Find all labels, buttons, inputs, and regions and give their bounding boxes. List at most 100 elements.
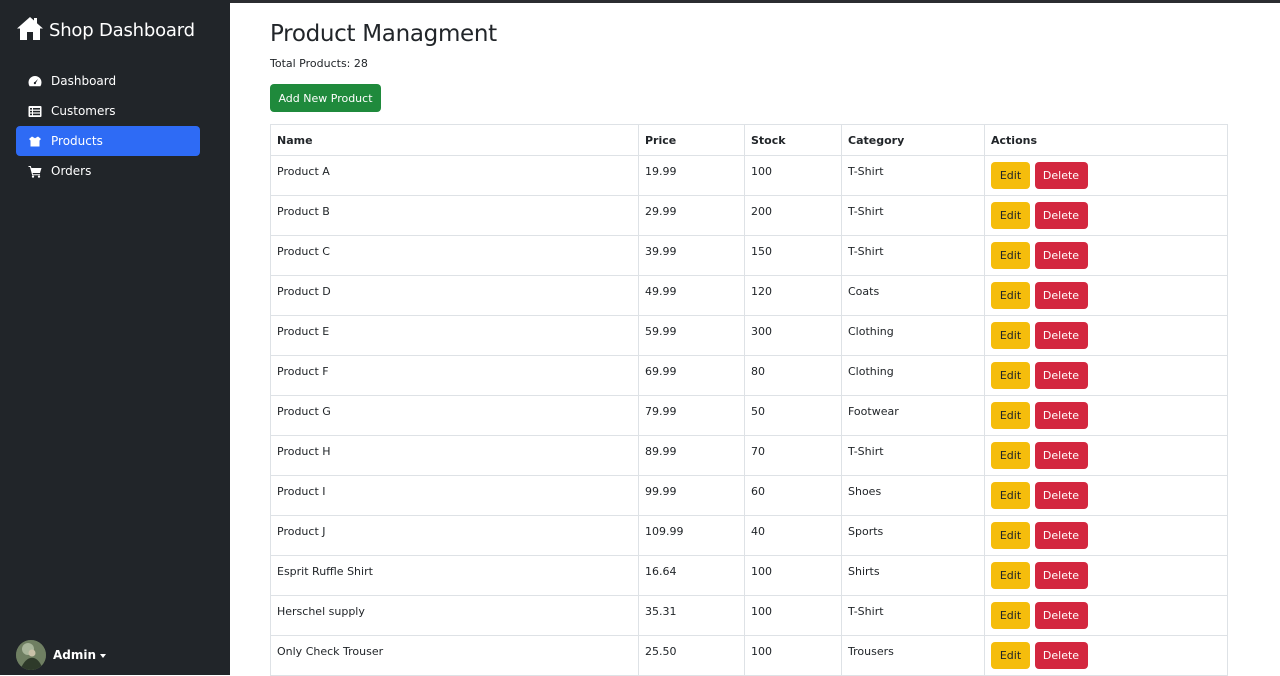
row-actions: Edit Delete [984, 155, 1228, 196]
product-stock: 60 [744, 475, 842, 516]
edit-button[interactable]: Edit [991, 602, 1030, 629]
product-name: Product C [270, 235, 639, 276]
product-stock: 300 [744, 315, 842, 356]
table-header-row: Name Price Stock Category Actions [270, 124, 1228, 156]
row-actions: Edit Delete [984, 515, 1228, 556]
product-price: 59.99 [638, 315, 745, 356]
column-header-price: Price [638, 124, 745, 156]
product-name: Product H [270, 435, 639, 476]
edit-button[interactable]: Edit [991, 162, 1030, 189]
edit-button[interactable]: Edit [991, 202, 1030, 229]
sidebar-item-label: Customers [51, 104, 116, 118]
product-name: Herschel supply [270, 595, 639, 636]
product-price: 79.99 [638, 395, 745, 436]
table-row: Esprit Ruffle Shirt 16.64 100 Shirts Edi… [270, 555, 1228, 596]
delete-button[interactable]: Delete [1034, 642, 1088, 669]
product-category: Clothing [841, 355, 985, 396]
product-stock: 40 [744, 515, 842, 556]
product-category: Footwear [841, 395, 985, 436]
product-category: Shoes [841, 475, 985, 516]
row-actions: Edit Delete [984, 595, 1228, 636]
row-actions: Edit Delete [984, 275, 1228, 316]
delete-button[interactable]: Delete [1034, 322, 1088, 349]
edit-button[interactable]: Edit [991, 362, 1030, 389]
total-products: Total Products: 28 [270, 57, 368, 70]
delete-button[interactable]: Delete [1034, 362, 1088, 389]
edit-button[interactable]: Edit [991, 242, 1030, 269]
product-price: 39.99 [638, 235, 745, 276]
list-icon [27, 104, 43, 118]
edit-button[interactable]: Edit [991, 562, 1030, 589]
product-stock: 50 [744, 395, 842, 436]
user-name: Admin [53, 648, 97, 662]
product-price: 99.99 [638, 475, 745, 516]
sidebar-item-customers[interactable]: Customers [16, 96, 200, 126]
edit-button[interactable]: Edit [991, 282, 1030, 309]
delete-button[interactable]: Delete [1034, 162, 1088, 189]
product-name: Product A [270, 155, 639, 196]
edit-button[interactable]: Edit [991, 322, 1030, 349]
sidebar-item-orders[interactable]: Orders [16, 156, 200, 186]
product-category: Shirts [841, 555, 985, 596]
product-category: Trousers [841, 635, 985, 676]
delete-button[interactable]: Delete [1034, 242, 1088, 269]
box-icon [27, 134, 43, 148]
sidebar-item-label: Products [51, 134, 103, 148]
row-actions: Edit Delete [984, 435, 1228, 476]
product-price: 25.50 [638, 635, 745, 676]
row-actions: Edit Delete [984, 235, 1228, 276]
edit-button[interactable]: Edit [991, 402, 1030, 429]
sidebar-item-products[interactable]: Products [16, 126, 200, 156]
table-row: Product D 49.99 120 Coats Edit Delete [270, 275, 1228, 316]
delete-button[interactable]: Delete [1034, 562, 1088, 589]
table-body: Product A 19.99 100 T-Shirt Edit Delete … [270, 155, 1228, 676]
table-row: Product C 39.99 150 T-Shirt Edit Delete [270, 235, 1228, 276]
row-actions: Edit Delete [984, 195, 1228, 236]
product-name: Esprit Ruffle Shirt [270, 555, 639, 596]
page-title: Product Managment [270, 21, 497, 47]
product-stock: 150 [744, 235, 842, 276]
product-price: 29.99 [638, 195, 745, 236]
table-row: Herschel supply 35.31 100 T-Shirt Edit D… [270, 595, 1228, 636]
brand[interactable]: Shop Dashboard [16, 16, 195, 44]
product-category: T-Shirt [841, 155, 985, 196]
product-category: T-Shirt [841, 195, 985, 236]
add-product-button[interactable]: Add New Product [270, 84, 381, 112]
edit-button[interactable]: Edit [991, 522, 1030, 549]
edit-button[interactable]: Edit [991, 482, 1030, 509]
user-menu[interactable]: Admin [16, 640, 107, 670]
row-actions: Edit Delete [984, 395, 1228, 436]
product-category: Coats [841, 275, 985, 316]
row-actions: Edit Delete [984, 475, 1228, 516]
product-stock: 80 [744, 355, 842, 396]
product-category: Sports [841, 515, 985, 556]
delete-button[interactable]: Delete [1034, 522, 1088, 549]
product-price: 89.99 [638, 435, 745, 476]
column-header-stock: Stock [744, 124, 842, 156]
delete-button[interactable]: Delete [1034, 482, 1088, 509]
sidebar-item-label: Dashboard [51, 74, 117, 88]
edit-button[interactable]: Edit [991, 642, 1030, 669]
delete-button[interactable]: Delete [1034, 442, 1088, 469]
column-header-name: Name [270, 124, 639, 156]
edit-button[interactable]: Edit [991, 442, 1030, 469]
delete-button[interactable]: Delete [1034, 402, 1088, 429]
product-stock: 100 [744, 635, 842, 676]
product-price: 19.99 [638, 155, 745, 196]
delete-button[interactable]: Delete [1034, 282, 1088, 309]
product-name: Product G [270, 395, 639, 436]
product-category: Clothing [841, 315, 985, 356]
delete-button[interactable]: Delete [1034, 202, 1088, 229]
product-name: Product F [270, 355, 639, 396]
product-price: 109.99 [638, 515, 745, 556]
main-content: Product Managment Total Products: 28 Add… [230, 3, 1280, 676]
table-row: Product J 109.99 40 Sports Edit Delete [270, 515, 1228, 556]
products-table: Name Price Stock Category Actions Produc… [270, 124, 1228, 676]
product-stock: 120 [744, 275, 842, 316]
product-stock: 100 [744, 595, 842, 636]
product-stock: 100 [744, 155, 842, 196]
sidebar-item-dashboard[interactable]: Dashboard [16, 66, 200, 96]
product-stock: 200 [744, 195, 842, 236]
delete-button[interactable]: Delete [1034, 602, 1088, 629]
product-name: Product B [270, 195, 639, 236]
